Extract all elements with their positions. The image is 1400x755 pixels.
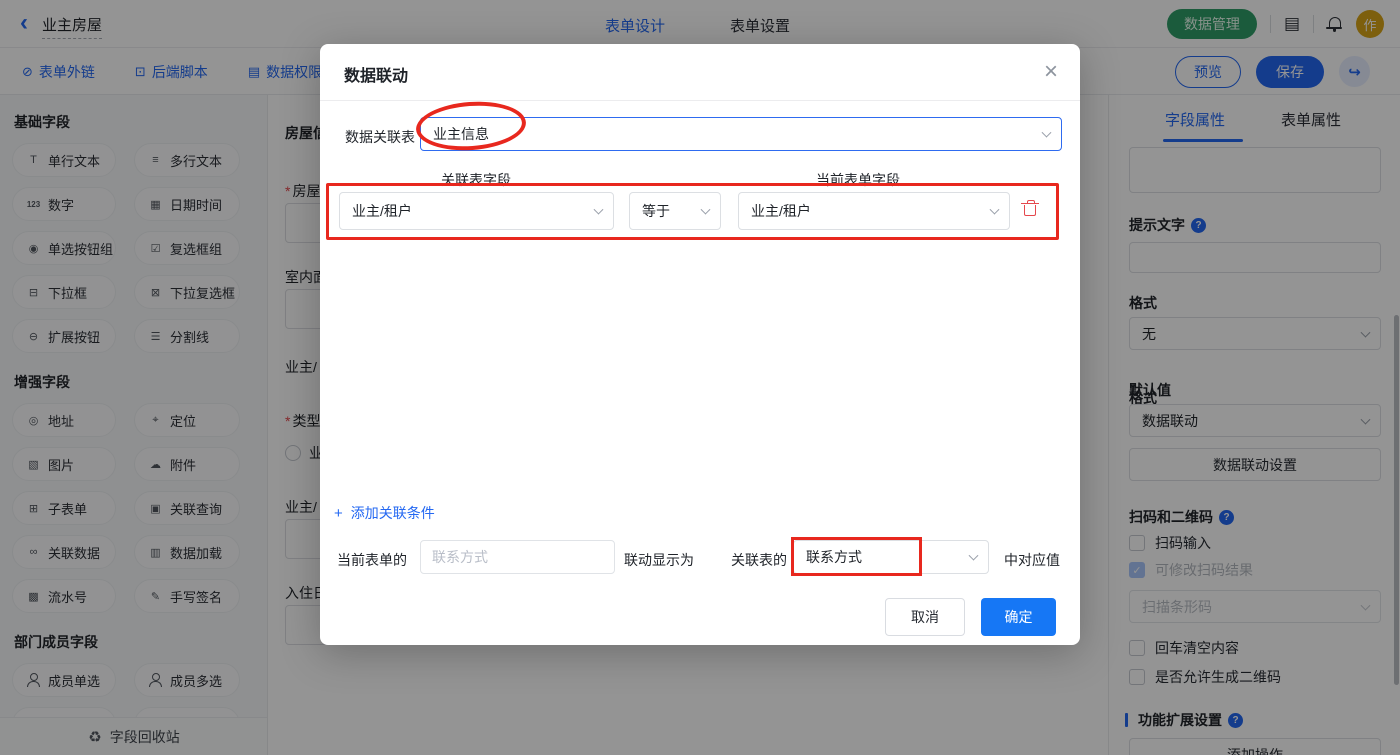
chevron-down-icon [594, 205, 604, 215]
condition-right-select[interactable]: 业主/租户 [738, 192, 1010, 230]
dialog-title: 数据联动 [344, 62, 408, 86]
relation-field-select[interactable]: 联系方式 [793, 540, 989, 574]
chevron-down-icon [990, 205, 1000, 215]
dialog-header: 数据联动 × [320, 44, 1080, 101]
condition-operator-value: 等于 [642, 201, 670, 221]
confirm-button[interactable]: 确定 [981, 598, 1056, 636]
add-condition-link[interactable]: + 添加关联条件 [334, 503, 435, 523]
condition-operator-select[interactable]: 等于 [629, 192, 721, 230]
chevron-down-icon [1042, 128, 1052, 138]
relation-table-prefix-label: 关联表的 [731, 550, 787, 570]
column-header-relation-field: 关联表字段 [441, 170, 511, 190]
cancel-button[interactable]: 取消 [885, 598, 965, 636]
add-condition-label: 添加关联条件 [351, 503, 435, 523]
condition-left-value: 业主/租户 [352, 201, 412, 221]
delete-condition-trash-icon[interactable] [1023, 200, 1037, 216]
column-header-current-field: 当前表单字段 [816, 170, 900, 190]
linkage-field-input[interactable] [420, 540, 615, 574]
app-window: ‹ 业主房屋 表单设计 表单设置 数据管理 ▤ 作 ⊘ 表单外链 ⊡ 后端脚本 … [0, 0, 1400, 755]
chevron-down-icon [969, 551, 979, 561]
linkage-middle-label: 联动显示为 [624, 550, 694, 570]
close-icon[interactable]: × [1044, 58, 1058, 86]
condition-right-value: 业主/租户 [751, 201, 811, 221]
chevron-down-icon [701, 205, 711, 215]
suffix-label: 中对应值 [1004, 550, 1060, 570]
current-form-prefix-label: 当前表单的 [337, 550, 407, 570]
relation-table-select[interactable]: 业主信息 [420, 117, 1062, 151]
relation-table-label: 数据关联表 [345, 127, 415, 147]
condition-left-select[interactable]: 业主/租户 [339, 192, 614, 230]
plus-icon: + [334, 505, 343, 522]
relation-table-value: 业主信息 [433, 124, 489, 144]
relation-field-value: 联系方式 [806, 547, 862, 567]
data-linkage-dialog: 数据联动 × 数据关联表 业主信息 关联表字段 当前表单字段 业主/租户 等于 … [320, 44, 1080, 645]
